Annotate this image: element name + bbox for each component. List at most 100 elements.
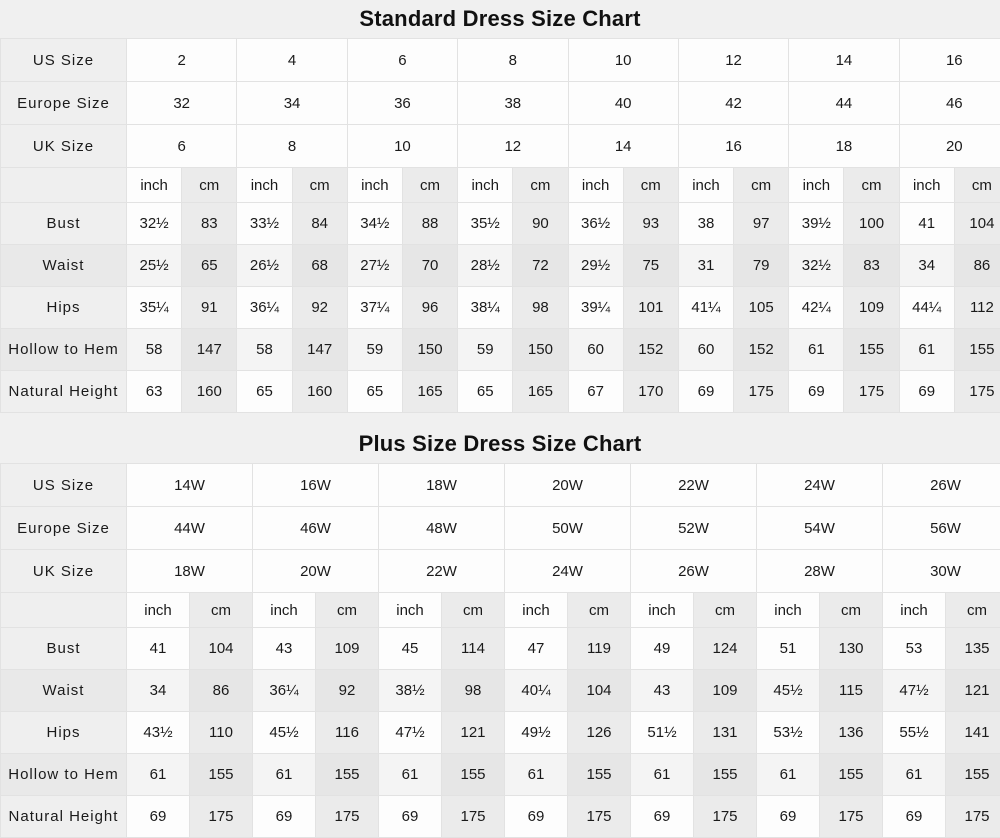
plus-size-cell: 18W bbox=[379, 464, 505, 507]
plus-value-inch: 61 bbox=[757, 754, 820, 796]
standard-value-inch: 61 bbox=[789, 329, 844, 371]
standard-unit-cm: cm bbox=[734, 168, 789, 203]
standard-value-inch: 59 bbox=[458, 329, 513, 371]
standard-value-inch: 28½ bbox=[458, 245, 513, 287]
plus-value-cm: 115 bbox=[820, 670, 883, 712]
plus-measure-row-label: Natural Height bbox=[1, 796, 127, 838]
standard-value-inch: 34 bbox=[899, 245, 954, 287]
standard-unit-inch: inch bbox=[678, 168, 733, 203]
standard-size-cell: 18 bbox=[789, 125, 899, 168]
plus-value-inch: 45½ bbox=[253, 712, 316, 754]
standard-value-inch: 25½ bbox=[127, 245, 182, 287]
standard-value-cm: 150 bbox=[513, 329, 568, 371]
plus-unit-cm: cm bbox=[568, 593, 631, 628]
standard-value-inch: 41¼ bbox=[678, 287, 733, 329]
standard-measure-row: Natural Height63160651606516565165671706… bbox=[1, 371, 1000, 413]
size-chart-page: Standard Dress Size Chart US Size2468101… bbox=[0, 0, 1000, 838]
standard-value-inch: 58 bbox=[127, 329, 182, 371]
standard-chart-title: Standard Dress Size Chart bbox=[0, 0, 1000, 38]
plus-value-inch: 45½ bbox=[757, 670, 820, 712]
plus-value-cm: 136 bbox=[820, 712, 883, 754]
plus-value-cm: 155 bbox=[946, 754, 1000, 796]
standard-value-inch: 37¼ bbox=[347, 287, 402, 329]
plus-value-cm: 131 bbox=[694, 712, 757, 754]
standard-size-row: US Size246810121416 bbox=[1, 39, 1000, 82]
standard-value-cm: 101 bbox=[623, 287, 678, 329]
standard-size-cell: 40 bbox=[568, 82, 678, 125]
standard-size-cell: 12 bbox=[678, 39, 788, 82]
table-separator bbox=[0, 413, 1000, 425]
standard-size-cell: 32 bbox=[127, 82, 237, 125]
plus-size-row-label: UK Size bbox=[1, 550, 127, 593]
standard-size-cell: 8 bbox=[458, 39, 568, 82]
standard-unit-cm: cm bbox=[292, 168, 347, 203]
plus-unit-cm: cm bbox=[694, 593, 757, 628]
standard-size-cell: 16 bbox=[678, 125, 788, 168]
standard-value-inch: 65 bbox=[347, 371, 402, 413]
standard-value-inch: 61 bbox=[899, 329, 954, 371]
plus-value-cm: 109 bbox=[316, 628, 379, 670]
plus-value-inch: 51½ bbox=[631, 712, 694, 754]
plus-size-cell: 52W bbox=[631, 507, 757, 550]
plus-unit-cm: cm bbox=[946, 593, 1000, 628]
plus-value-inch: 61 bbox=[883, 754, 946, 796]
plus-value-inch: 61 bbox=[253, 754, 316, 796]
plus-size-row-label: US Size bbox=[1, 464, 127, 507]
plus-value-cm: 175 bbox=[820, 796, 883, 838]
plus-size-cell: 20W bbox=[253, 550, 379, 593]
plus-value-cm: 155 bbox=[694, 754, 757, 796]
plus-value-inch: 51 bbox=[757, 628, 820, 670]
plus-size-cell: 54W bbox=[757, 507, 883, 550]
standard-measure-row-label: Hips bbox=[1, 287, 127, 329]
standard-value-inch: 69 bbox=[899, 371, 954, 413]
standard-size-cell: 10 bbox=[568, 39, 678, 82]
standard-value-cm: 72 bbox=[513, 245, 568, 287]
standard-size-cell: 20 bbox=[899, 125, 1000, 168]
standard-unit-cm: cm bbox=[623, 168, 678, 203]
plus-size-cell: 14W bbox=[127, 464, 253, 507]
plus-unit-cm: cm bbox=[442, 593, 505, 628]
standard-unit-cm: cm bbox=[402, 168, 457, 203]
standard-size-table: US Size246810121416Europe Size3234363840… bbox=[0, 38, 1000, 413]
standard-value-cm: 147 bbox=[292, 329, 347, 371]
standard-value-cm: 109 bbox=[844, 287, 899, 329]
standard-size-row-label: UK Size bbox=[1, 125, 127, 168]
standard-size-cell: 36 bbox=[347, 82, 457, 125]
standard-unit-inch: inch bbox=[899, 168, 954, 203]
plus-value-cm: 155 bbox=[442, 754, 505, 796]
plus-value-inch: 49½ bbox=[505, 712, 568, 754]
standard-size-cell: 46 bbox=[899, 82, 1000, 125]
plus-table-body: US Size14W16W18W20W22W24W26WEurope Size4… bbox=[1, 464, 1000, 838]
standard-size-cell: 6 bbox=[347, 39, 457, 82]
plus-measure-row: Bust41104431094511447119491245113053135 bbox=[1, 628, 1000, 670]
standard-value-cm: 170 bbox=[623, 371, 678, 413]
plus-measure-row: Hips43½11045½11647½12149½12651½13153½136… bbox=[1, 712, 1000, 754]
standard-value-inch: 60 bbox=[568, 329, 623, 371]
standard-value-cm: 150 bbox=[402, 329, 457, 371]
plus-value-inch: 43 bbox=[631, 670, 694, 712]
plus-value-inch: 40¼ bbox=[505, 670, 568, 712]
standard-value-cm: 83 bbox=[844, 245, 899, 287]
standard-size-row-label: US Size bbox=[1, 39, 127, 82]
standard-value-cm: 165 bbox=[513, 371, 568, 413]
standard-measure-row-label: Hollow to Hem bbox=[1, 329, 127, 371]
standard-value-cm: 88 bbox=[402, 203, 457, 245]
standard-size-row: UK Size68101214161820 bbox=[1, 125, 1000, 168]
plus-value-cm: 155 bbox=[820, 754, 883, 796]
standard-value-inch: 35½ bbox=[458, 203, 513, 245]
plus-value-inch: 69 bbox=[631, 796, 694, 838]
standard-size-cell: 34 bbox=[237, 82, 347, 125]
standard-size-chart-block: Standard Dress Size Chart US Size2468101… bbox=[0, 0, 1000, 413]
standard-value-cm: 152 bbox=[734, 329, 789, 371]
standard-size-row-label: Europe Size bbox=[1, 82, 127, 125]
plus-size-cell: 16W bbox=[253, 464, 379, 507]
plus-unit-row: inchcminchcminchcminchcminchcminchcminch… bbox=[1, 593, 1000, 628]
plus-value-cm: 155 bbox=[190, 754, 253, 796]
standard-value-cm: 98 bbox=[513, 287, 568, 329]
plus-value-cm: 175 bbox=[568, 796, 631, 838]
plus-size-cell: 24W bbox=[505, 550, 631, 593]
standard-unit-inch: inch bbox=[789, 168, 844, 203]
standard-value-cm: 75 bbox=[623, 245, 678, 287]
standard-unit-cm: cm bbox=[954, 168, 1000, 203]
plus-value-cm: 141 bbox=[946, 712, 1000, 754]
